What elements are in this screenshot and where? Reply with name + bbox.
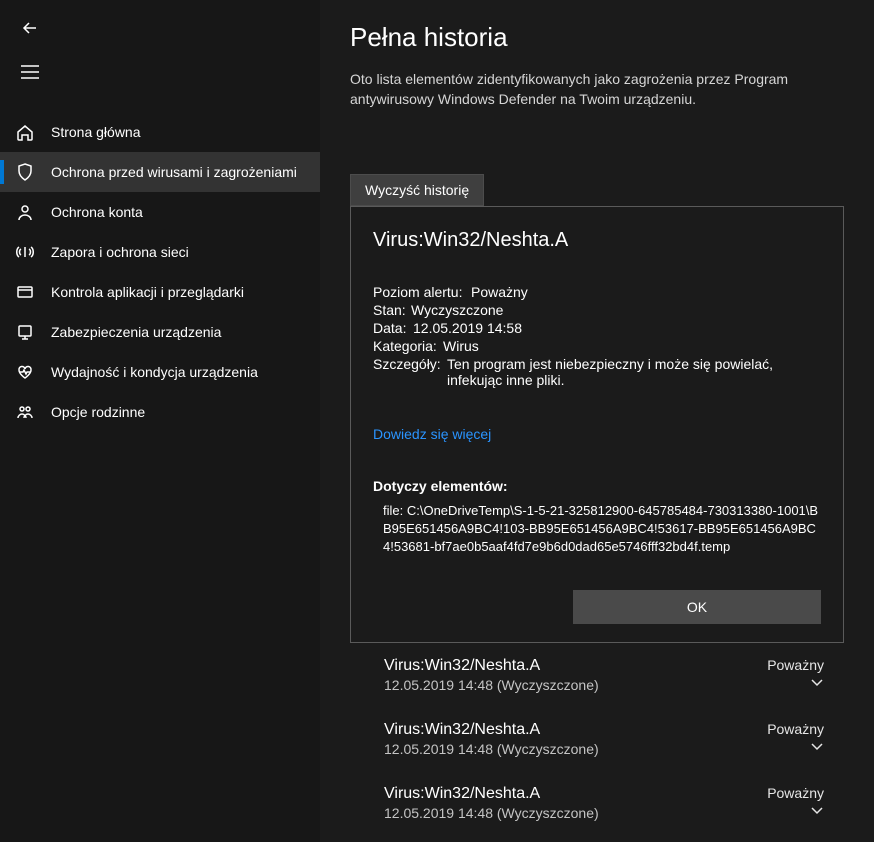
alert-value: Poważny: [471, 284, 821, 300]
top-icons: [0, 0, 320, 112]
hamburger-button[interactable]: [12, 54, 48, 90]
back-button[interactable]: [12, 10, 48, 46]
detail-row-date: Data: 12.05.2019 14:58: [373, 320, 821, 336]
sidebar-item-label: Zapora i ochrona sieci: [51, 244, 189, 260]
ok-button[interactable]: OK: [573, 590, 821, 624]
sidebar-item-virus-protection[interactable]: Ochrona przed wirusami i zagrożeniami: [0, 152, 320, 192]
sidebar-item-app-control[interactable]: Kontrola aplikacji i przeglądarki: [0, 272, 320, 312]
learn-more-link[interactable]: Dowiedz się więcej: [373, 426, 821, 442]
threat-title: Virus:Win32/Neshta.A: [373, 229, 821, 252]
sidebar-item-label: Ochrona konta: [51, 204, 143, 220]
alert-label: Poziom alertu:: [373, 284, 471, 300]
history-name: Virus:Win32/Neshta.A: [384, 657, 599, 675]
category-label: Kategoria:: [373, 338, 443, 354]
sidebar: Strona główna Ochrona przed wirusami i z…: [0, 0, 320, 842]
history-right: Poważny: [767, 657, 824, 691]
detail-row-category: Kategoria: Wirus: [373, 338, 821, 354]
history-meta: 12.05.2019 14:48 (Wyczyszczone): [384, 805, 599, 821]
detail-row-state: Stan: Wyczyszczone: [373, 302, 821, 318]
sidebar-item-performance[interactable]: Wydajność i kondycja urządzenia: [0, 352, 320, 392]
details-label: Szczegóły:: [373, 356, 447, 372]
device-security-icon: [15, 322, 35, 342]
history-name: Virus:Win32/Neshta.A: [384, 785, 599, 803]
history-right: Poważny: [767, 785, 824, 819]
history-meta: 12.05.2019 14:48 (Wyczyszczone): [384, 741, 599, 757]
sidebar-item-family[interactable]: Opcje rodzinne: [0, 392, 320, 432]
history-item[interactable]: Virus:Win32/Neshta.A 12.05.2019 14:48 (W…: [350, 707, 844, 771]
date-value: 12.05.2019 14:58: [413, 320, 821, 336]
date-label: Data:: [373, 320, 413, 336]
threat-detail-box: Virus:Win32/Neshta.A Poziom alertu: Powa…: [350, 206, 844, 644]
page-title: Pełna historia: [350, 22, 844, 53]
sidebar-item-label: Kontrola aplikacji i przeglądarki: [51, 284, 244, 300]
detail-row-alert: Poziom alertu: Poważny: [373, 284, 821, 300]
history-left: Virus:Win32/Neshta.A 12.05.2019 14:48 (W…: [384, 721, 599, 757]
sidebar-item-label: Opcje rodzinne: [51, 404, 145, 420]
affected-header: Dotyczy elementów:: [373, 478, 821, 494]
page-subtitle: Oto lista elementów zidentyfikowanych ja…: [350, 69, 844, 110]
state-value: Wyczyszczone: [411, 302, 821, 318]
sidebar-item-firewall[interactable]: Zapora i ochrona sieci: [0, 232, 320, 272]
state-label: Stan:: [373, 302, 411, 318]
sidebar-item-device-security[interactable]: Zabezpieczenia urządzenia: [0, 312, 320, 352]
clear-history-button[interactable]: Wyczyść historię: [350, 174, 484, 206]
detail-row-details: Szczegóły: Ten program jest niebezpieczn…: [373, 356, 821, 388]
sidebar-item-label: Ochrona przed wirusami i zagrożeniami: [51, 164, 297, 180]
details-value: Ten program jest niebezpieczny i może si…: [447, 356, 821, 388]
heart-icon: [15, 362, 35, 382]
category-value: Wirus: [443, 338, 821, 354]
ok-row: OK: [373, 590, 821, 624]
sidebar-item-label: Wydajność i kondycja urządzenia: [51, 364, 258, 380]
sidebar-item-label: Strona główna: [51, 124, 141, 140]
app-icon: [15, 282, 35, 302]
history-name: Virus:Win32/Neshta.A: [384, 721, 599, 739]
history-item[interactable]: Virus:Win32/Neshta.A 12.05.2019 14:48 (W…: [350, 771, 844, 835]
chevron-down-icon: [767, 803, 824, 819]
sidebar-item-home[interactable]: Strona główna: [0, 112, 320, 152]
history-severity: Poważny: [767, 721, 824, 737]
history-severity: Poważny: [767, 785, 824, 801]
family-icon: [15, 402, 35, 422]
history-left: Virus:Win32/Neshta.A 12.05.2019 14:48 (W…: [384, 657, 599, 693]
sidebar-item-account[interactable]: Ochrona konta: [0, 192, 320, 232]
sidebar-item-label: Zabezpieczenia urządzenia: [51, 324, 221, 340]
chevron-down-icon: [767, 675, 824, 691]
home-icon: [15, 122, 35, 142]
main-content: Pełna historia Oto lista elementów ziden…: [320, 0, 874, 842]
affected-filepath: file: C:\OneDriveTemp\S-1-5-21-325812900…: [373, 502, 821, 557]
shield-icon: [15, 162, 35, 182]
history-meta: 12.05.2019 14:48 (Wyczyszczone): [384, 677, 599, 693]
history-item[interactable]: Virus:Win32/Neshta.A 12.05.2019 14:48 (W…: [350, 643, 844, 707]
history-severity: Poważny: [767, 657, 824, 673]
network-icon: [15, 242, 35, 262]
history-left: Virus:Win32/Neshta.A 12.05.2019 14:48 (W…: [384, 785, 599, 821]
history-right: Poważny: [767, 721, 824, 755]
chevron-down-icon: [767, 739, 824, 755]
active-indicator: [0, 160, 4, 184]
person-icon: [15, 202, 35, 222]
